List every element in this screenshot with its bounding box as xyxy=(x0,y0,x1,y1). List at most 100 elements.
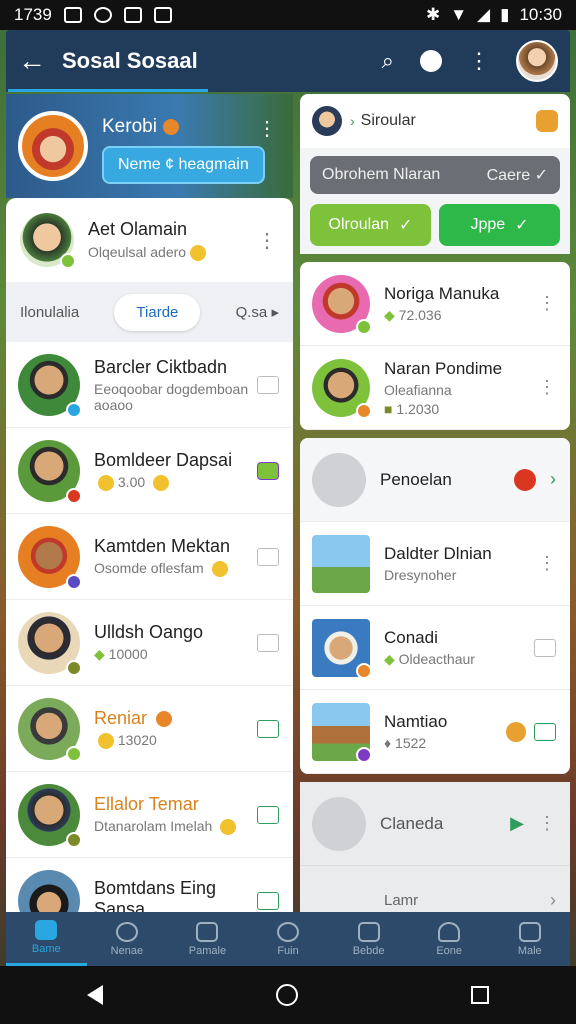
status-icon xyxy=(66,831,82,848)
search-icon[interactable]: ⌕ xyxy=(382,48,394,74)
message-icon[interactable] xyxy=(257,633,279,652)
status-icon xyxy=(60,253,76,269)
message-icon[interactable] xyxy=(257,891,279,910)
back-icon[interactable] xyxy=(86,985,103,1005)
contact-sub-row: ◆ 72.036 xyxy=(384,307,538,324)
placeholder-avatar xyxy=(312,452,366,507)
chat-icon xyxy=(196,921,219,942)
more-options-icon[interactable]: ⋮ xyxy=(538,813,556,834)
message-icon[interactable] xyxy=(534,638,556,657)
nav-badges[interactable]: Bebde xyxy=(328,912,409,966)
message-icon[interactable] xyxy=(257,375,279,394)
profile-name: Kerobi xyxy=(102,116,157,137)
contact-name: Bomldeer Dapsai xyxy=(94,449,233,470)
profile-action-button[interactable]: Neme ¢ heagmain xyxy=(102,146,265,184)
contact-sub: Eeoqoobar dogdemboan aoaoo xyxy=(94,380,249,413)
filter-button-1-label: Olroulan xyxy=(328,216,390,233)
tab-2[interactable]: Q.sa ▸ xyxy=(236,303,279,321)
contact-name: Ulldsh Oango xyxy=(94,622,204,642)
filter-button-2[interactable]: Jppe ✓ xyxy=(439,204,560,246)
list-item[interactable]: Lamr › xyxy=(300,866,570,912)
flag-icon xyxy=(357,921,380,942)
list-item[interactable]: Conadi ◆ Oldeacthaur xyxy=(300,606,570,690)
contact-avatar xyxy=(312,358,372,419)
message-icon[interactable] xyxy=(257,547,279,566)
nav-fun[interactable]: Fuin xyxy=(248,912,329,966)
more-options-icon[interactable]: ⋮ xyxy=(257,228,277,253)
more-options-icon[interactable]: ⋮ xyxy=(468,50,490,72)
profile-avatar[interactable] xyxy=(18,111,88,181)
nav-home-label: Bame xyxy=(31,943,61,955)
list-item[interactable]: Claneda ▶ ⋮ xyxy=(300,782,570,866)
contact-avatar xyxy=(18,439,82,504)
copyright-icon xyxy=(93,7,112,23)
status-time: 1739 xyxy=(14,5,52,24)
alert-icon xyxy=(514,468,536,491)
list-item[interactable]: Barcler Ciktbadn Eeoqoobar dogdemboan ao… xyxy=(6,342,293,428)
search-field[interactable]: Obrohem Nlaran Caere ✓ xyxy=(310,156,560,194)
nav-profile[interactable]: Eone xyxy=(409,912,490,966)
home-icon xyxy=(35,920,58,940)
nav-search[interactable]: Nenae xyxy=(87,912,168,966)
tag-icon[interactable] xyxy=(257,461,279,480)
contact-name: Noriga Manuka xyxy=(384,283,500,303)
app-title: Sosal Sosaal xyxy=(62,48,198,73)
back-arrow-icon[interactable]: ← xyxy=(18,45,52,77)
gallery-icon xyxy=(153,7,172,23)
contact-sub: 1522 xyxy=(395,735,427,751)
nav-home[interactable]: Bame xyxy=(6,912,87,966)
home-button-icon[interactable] xyxy=(275,984,298,1006)
profile-menu-icon[interactable]: ⋮ xyxy=(257,116,277,141)
status-dot-icon[interactable] xyxy=(420,50,442,72)
contact-thumbnail xyxy=(312,618,372,679)
message-icon[interactable] xyxy=(257,805,279,824)
chevron-right-icon[interactable]: › xyxy=(550,469,556,490)
contact-sub-row: ◆ Oldeacthaur xyxy=(384,651,534,668)
bottom-navigation: Bame Nenae Pamale Fuin Bebde Eone Male xyxy=(6,912,570,966)
list-item[interactable]: Penoelan › xyxy=(300,438,570,522)
placeholder-avatar xyxy=(312,796,366,851)
more-options-icon[interactable]: ⋮ xyxy=(538,293,556,314)
level-icon: ■ xyxy=(384,400,393,417)
status-bar: 1739 ✱ ▼ ◢ ▮ 10:30 xyxy=(0,0,576,30)
play-icon[interactable]: ▶ xyxy=(510,813,524,834)
contact-name: Conadi xyxy=(384,627,438,647)
chevron-right-icon[interactable]: › xyxy=(550,890,556,911)
contact-sub: 72.036 xyxy=(398,306,442,323)
more-options-icon[interactable]: ⋮ xyxy=(538,553,556,574)
coin-icon xyxy=(220,819,237,836)
status-icon xyxy=(356,662,372,679)
tab-0[interactable]: Ilonulalia xyxy=(20,304,79,321)
list-item[interactable]: Noriga Manuka ◆ 72.036 ⋮ xyxy=(300,262,570,346)
contact-sub: Oldeacthaur xyxy=(398,650,475,667)
filter-button-1[interactable]: Olroulan ✓ xyxy=(310,204,431,246)
list-item[interactable]: Reniar 13020 xyxy=(6,686,293,772)
search-action-row: Caere ✓ xyxy=(487,165,548,185)
list-item[interactable]: Ulldsh Oango ◆ 10000 xyxy=(6,600,293,686)
message-icon[interactable] xyxy=(534,722,556,741)
list-item[interactable]: Kamtden Mektan Osomde oflesfam xyxy=(6,514,293,600)
nav-messages[interactable]: Pamale xyxy=(167,912,248,966)
trophy-icon[interactable] xyxy=(536,110,558,132)
list-item[interactable]: Bomtdans Eing Sansa xyxy=(6,858,293,912)
signal-icon: ◢ xyxy=(477,5,491,24)
list-item[interactable]: Ellalor Temar Dtanarolam Imelah xyxy=(6,772,293,858)
nav-mail[interactable]: Male xyxy=(489,912,570,966)
gamepad-icon xyxy=(277,921,300,942)
right-header[interactable]: › Siroular xyxy=(300,94,570,148)
list-item[interactable]: Namtiao ♦ 1522 xyxy=(300,690,570,774)
user-avatar[interactable] xyxy=(516,40,558,82)
list-item[interactable]: Naran Pondime Oleafianna ■ 1.2030 ⋮ xyxy=(300,346,570,430)
message-icon[interactable] xyxy=(257,719,279,738)
recents-icon[interactable] xyxy=(471,986,490,1004)
list-item[interactable]: Bomldeer Dapsai 3.00 xyxy=(6,428,293,514)
conversation-header[interactable]: Aet Olamain Olqeulsal adero ⋮ xyxy=(6,198,293,282)
tab-1[interactable]: Tiarde xyxy=(114,293,201,331)
right-panel: › Siroular Obrohem Nlaran Caere ✓ Olroul… xyxy=(300,94,570,912)
search-action: Caere xyxy=(486,167,531,184)
more-options-icon[interactable]: ⋮ xyxy=(538,377,556,398)
list-item[interactable]: Daldter Dlnian Dresynoher ⋮ xyxy=(300,522,570,606)
nav-search-label: Nenae xyxy=(110,944,144,957)
left-panel: Kerobi Neme ¢ heagmain ⋮ Aet Olamain Olq… xyxy=(6,94,293,912)
header-name: Aet Olamain xyxy=(88,218,188,239)
